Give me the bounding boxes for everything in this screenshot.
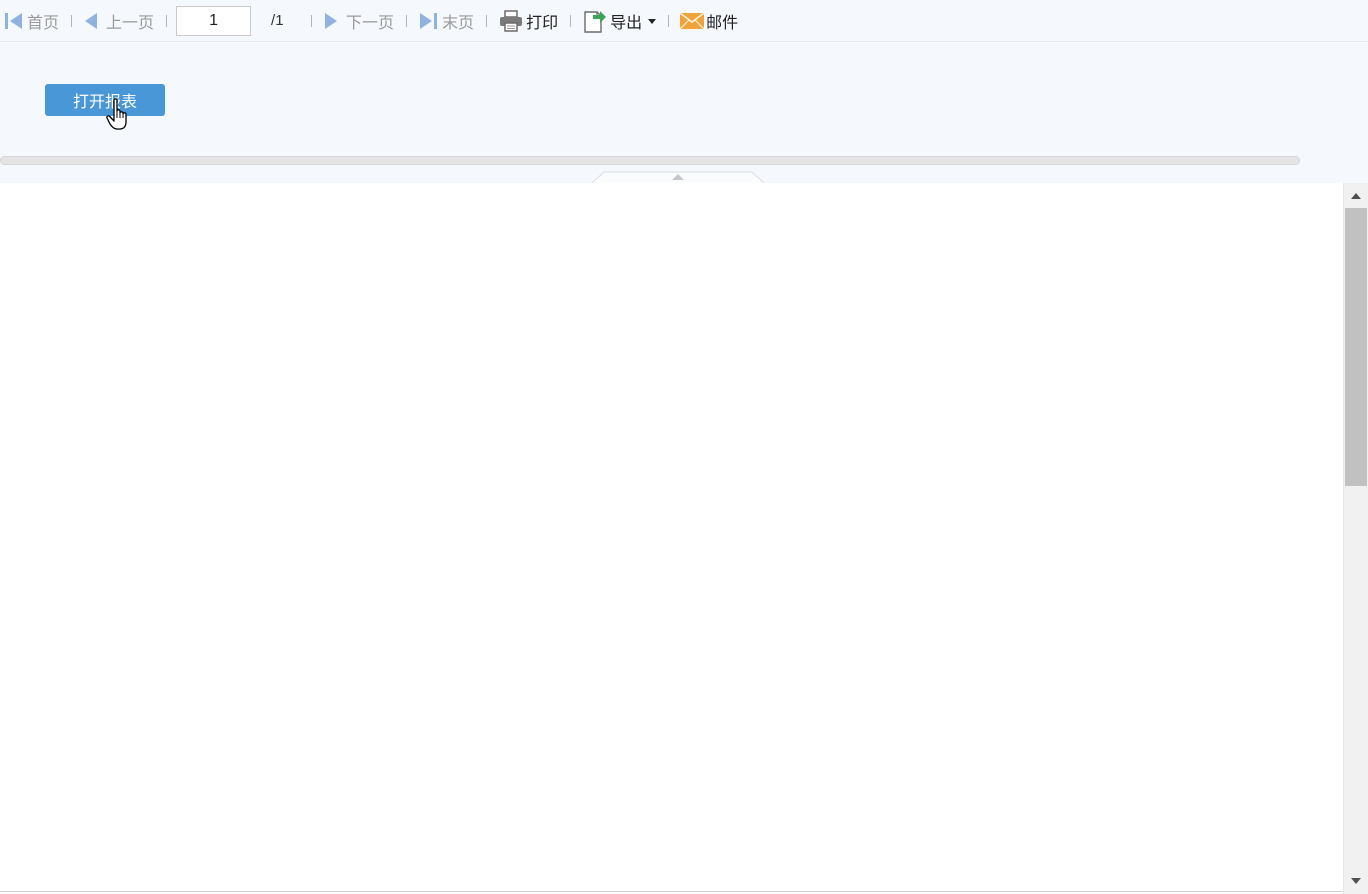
mail-icon bbox=[679, 11, 705, 31]
collapse-panel-toggle[interactable] bbox=[592, 171, 764, 183]
last-page-label: 末页 bbox=[442, 12, 475, 32]
print-label: 打印 bbox=[526, 12, 559, 32]
toolbar-separator bbox=[71, 14, 73, 27]
toolbar-separator bbox=[668, 14, 670, 27]
report-toolbar: 首页 上一页 /1 下一页 末页 打印 bbox=[0, 0, 1368, 42]
mail-button[interactable]: 邮件 bbox=[679, 0, 738, 42]
next-page-icon bbox=[324, 12, 338, 30]
export-label: 导出 bbox=[610, 12, 643, 32]
first-page-button[interactable]: 首页 bbox=[4, 0, 59, 42]
scroll-down-arrow-icon[interactable] bbox=[1351, 878, 1361, 884]
page-total: /1 bbox=[271, 12, 284, 29]
export-button[interactable]: 导出 bbox=[583, 0, 657, 42]
prev-page-button[interactable]: 上一页 bbox=[84, 0, 154, 42]
scrollbar-thumb[interactable] bbox=[1345, 208, 1367, 486]
content-bottom-border bbox=[0, 891, 1343, 892]
last-page-icon bbox=[419, 12, 439, 30]
toolbar-separator bbox=[486, 14, 488, 27]
report-content-area bbox=[0, 183, 1343, 894]
export-dropdown-caret-icon bbox=[648, 19, 657, 24]
mail-label: 邮件 bbox=[706, 12, 739, 32]
first-page-label: 首页 bbox=[27, 12, 60, 32]
parameter-panel-divider-bar[interactable] bbox=[0, 156, 1300, 165]
printer-icon bbox=[499, 9, 523, 32]
toolbar-separator bbox=[166, 14, 168, 27]
next-page-label: 下一页 bbox=[346, 12, 395, 32]
next-page-button[interactable]: 下一页 bbox=[324, 0, 394, 42]
page-number-input[interactable] bbox=[176, 5, 252, 36]
toolbar-separator bbox=[570, 14, 572, 27]
vertical-scrollbar[interactable] bbox=[1343, 183, 1368, 894]
last-page-button[interactable]: 末页 bbox=[419, 0, 474, 42]
prev-page-label: 上一页 bbox=[106, 12, 155, 32]
toolbar-separator bbox=[406, 14, 408, 27]
prev-page-icon bbox=[84, 12, 98, 30]
first-page-icon bbox=[4, 12, 24, 30]
open-report-button[interactable]: 打开报表 bbox=[45, 84, 165, 116]
print-button[interactable]: 打印 bbox=[499, 0, 558, 42]
export-icon bbox=[583, 8, 607, 34]
toolbar-separator bbox=[311, 14, 313, 27]
scroll-up-arrow-icon[interactable] bbox=[1351, 193, 1361, 199]
